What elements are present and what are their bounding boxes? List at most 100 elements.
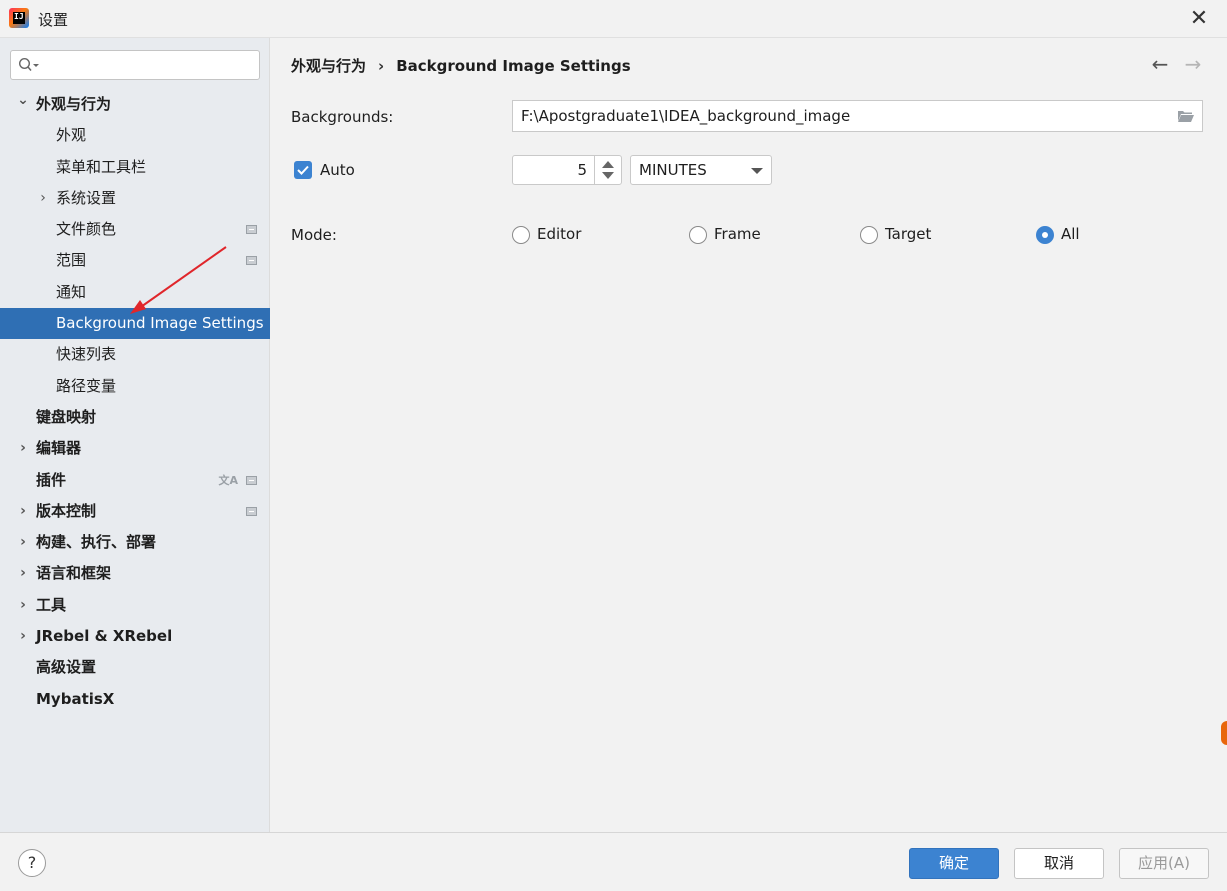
chevron-down-icon[interactable]: ⌄ [16,85,30,116]
project-level-icon [246,506,257,516]
sidebar-item[interactable]: › 语言和框架 [0,558,270,589]
sidebar-item[interactable]: 通知 [0,277,270,308]
back-arrow-icon[interactable]: ← [1148,52,1172,76]
sidebar-item[interactable]: › 构建、执行、部署 [0,527,270,558]
sidebar-item[interactable]: 菜单和工具栏 [0,152,270,183]
sidebar-item[interactable]: 高级设置 [0,652,270,683]
sidebar-item[interactable]: 键盘映射 [0,402,270,433]
breadcrumb-current: Background Image Settings [396,57,631,75]
radio-circle[interactable] [689,226,707,244]
sidebar-item[interactable]: 路径变量 [0,371,270,402]
title-bar: IJ 设置 ✕ [0,0,1227,38]
sidebar-item-label: 路径变量 [56,376,117,395]
settings-content: 外观与行为 › Background Image Settings ← → Back… [271,38,1227,832]
apply-button[interactable]: 应用(A) [1119,848,1209,879]
project-level-icon [246,475,257,485]
chevron-right-icon[interactable]: › [16,496,30,527]
radio-circle[interactable] [860,226,878,244]
search-icon[interactable] [18,57,40,73]
project-level-icon [246,225,257,235]
stepper-buttons [594,156,621,184]
chevron-down-icon[interactable] [751,168,763,174]
sidebar-item[interactable]: › 工具 [0,590,270,621]
sidebar-item[interactable]: 文件颜色 [0,214,270,245]
window-title: 设置 [38,11,69,29]
checkmark-icon [297,165,309,175]
chevron-right-icon[interactable]: › [16,433,30,464]
sidebar-item[interactable]: › 版本控制 [0,496,270,527]
cancel-button[interactable]: 取消 [1014,848,1104,879]
backgrounds-label: Backgrounds: [291,108,394,126]
auto-checkbox[interactable] [294,161,312,179]
sidebar-item-label: 工具 [36,595,67,614]
mode-option-label[interactable]: Frame [714,225,761,243]
app-logo-text: IJ [14,12,24,21]
decrement-arrow-icon[interactable] [602,172,614,179]
sidebar-item-label: 插件 [36,470,67,489]
sidebar-item-label: 高级设置 [36,658,97,677]
project-level-icon [246,256,257,266]
sidebar-item-label: MybatisX [36,689,115,708]
radio-circle[interactable] [512,226,530,244]
sidebar-item-label: 外观 [56,126,87,145]
sidebar-item-label: JRebel & XRebel [36,627,173,646]
chevron-right-icon[interactable]: › [16,621,30,652]
chevron-right-icon[interactable]: › [36,183,50,214]
backgrounds-path-value[interactable]: F:\Apostgraduate1\IDEA_background_image [521,107,850,125]
interval-stepper[interactable]: 5 [512,155,622,185]
sidebar-item[interactable]: › 编辑器 [0,433,270,464]
breadcrumb-separator: › [378,57,385,75]
time-unit-value: MINUTES [639,161,707,179]
sidebar-item-label: 版本控制 [36,501,97,520]
sidebar-item[interactable]: 外观 [0,120,270,151]
sidebar-item[interactable]: MybatisX [0,684,270,715]
mode-option-label[interactable]: Target [885,225,931,243]
dialog-footer: ? 确定 取消 应用(A) [0,832,1227,891]
auto-label[interactable]: Auto [320,161,355,179]
breadcrumb: 外观与行为 › Background Image Settings [291,55,631,76]
intellij-logo-icon: IJ [9,8,29,28]
sidebar-item-label: 外观与行为 [36,95,112,113]
sidebar-item[interactable]: 插件 文A [0,465,270,496]
radio-circle[interactable] [1036,226,1054,244]
mode-option-label[interactable]: Editor [537,225,581,243]
folder-open-icon[interactable] [1177,109,1195,123]
sidebar-item[interactable]: › JRebel & XRebel [0,621,270,652]
ok-button[interactable]: 确定 [909,848,999,879]
mode-option-label[interactable]: All [1061,225,1080,243]
search-input[interactable] [45,54,255,76]
sidebar-item[interactable]: Background Image Settings [0,308,270,340]
forward-arrow-icon[interactable]: → [1181,52,1205,76]
sidebar-item-label: 系统设置 [56,188,117,207]
sidebar-item-label: 键盘映射 [36,407,97,426]
close-icon[interactable]: ✕ [1185,5,1213,33]
interval-value[interactable]: 5 [577,161,587,179]
sidebar-item-label: 范围 [56,251,87,270]
chevron-right-icon[interactable]: › [16,527,30,558]
search-box[interactable] [10,50,260,80]
edge-decoration [1221,721,1227,745]
backgrounds-path-field[interactable]: F:\Apostgraduate1\IDEA_background_image [512,100,1203,132]
sidebar-item-label: 快速列表 [56,345,117,364]
sidebar-item-label: 文件颜色 [56,220,117,239]
time-unit-select[interactable]: MINUTES [630,155,772,185]
settings-sidebar: ⌄ 外观与行为 外观 菜单和工具栏 › 系统设置 文件颜色 范围 通知 Background Im… [0,38,270,832]
mode-radio-group: Editor Frame Target All [271,224,1227,248]
sidebar-item[interactable]: 范围 [0,245,270,276]
settings-tree: ⌄ 外观与行为外观菜单和工具栏 › 系统设置文件颜色范围通知 Background Im… [0,89,270,715]
sidebar-item-label: 语言和框架 [36,564,112,583]
translate-icon: 文A [218,473,238,487]
increment-arrow-icon[interactable] [602,161,614,168]
chevron-right-icon[interactable]: › [16,558,30,589]
sidebar-item-label: Background Image Settings [56,314,264,333]
chevron-right-icon[interactable]: › [16,590,30,621]
sidebar-item[interactable]: ⌄ 外观与行为 [0,89,270,120]
help-icon[interactable]: ? [18,849,46,877]
sidebar-item-label: 菜单和工具栏 [56,157,147,176]
sidebar-item-label: 编辑器 [36,439,82,458]
sidebar-item[interactable]: › 系统设置 [0,183,270,214]
breadcrumb-parent[interactable]: 外观与行为 [291,57,366,75]
sidebar-item-label: 通知 [56,282,87,301]
sidebar-item-label: 构建、执行、部署 [36,533,157,552]
sidebar-item[interactable]: 快速列表 [0,339,270,370]
